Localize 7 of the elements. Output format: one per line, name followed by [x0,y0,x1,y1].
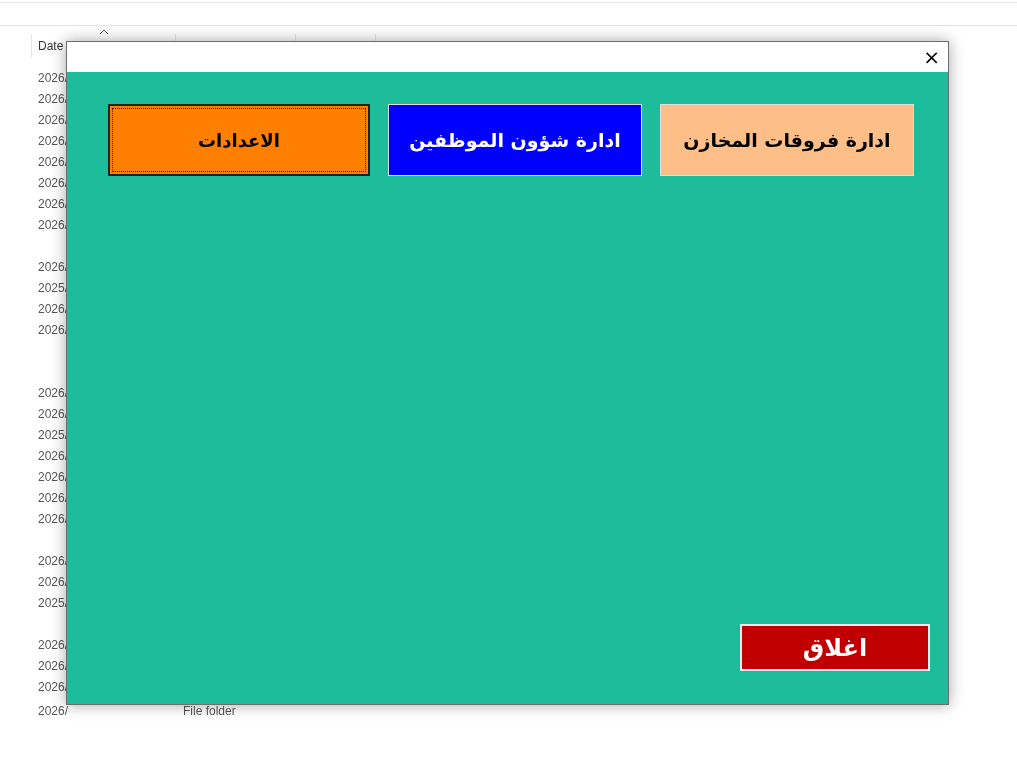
menu-button[interactable]: الاعدادات [108,104,370,176]
date-cell-text: 2026/ [38,704,70,718]
menu-button[interactable]: ادارة شؤون الموظفين [387,104,642,176]
menu-button[interactable]: ادارة فروقات المخازن [660,104,914,176]
close-button[interactable]: × [923,47,940,67]
type-cell: File folder [183,704,236,718]
exit-button[interactable]: اغلاق [740,624,930,671]
